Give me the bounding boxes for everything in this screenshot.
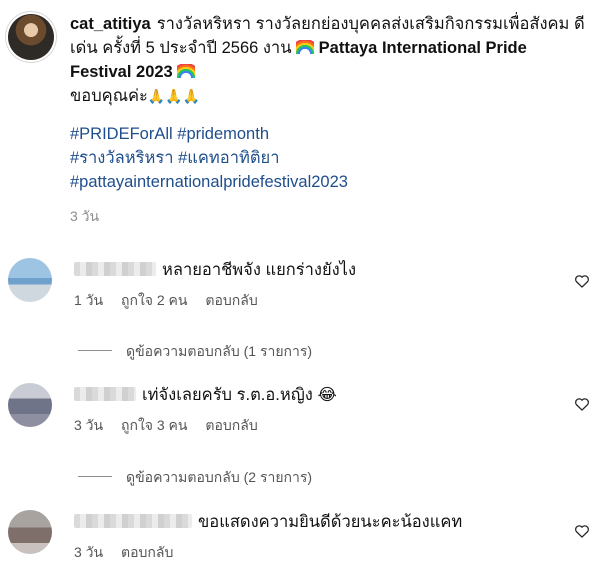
hashtags: #PRIDEForAll #pridemonth #รางวัลหริหรา #… <box>70 122 590 194</box>
pray-emoji: 🙏🙏🙏 <box>147 88 201 104</box>
heart-icon[interactable] <box>574 397 590 411</box>
commenter-name-blurred[interactable] <box>74 387 136 401</box>
rainbow-flag-icon <box>296 40 315 54</box>
comment-line: เท่จังเลยครับ ร.ต.อ.หญิง 😂 <box>74 383 564 407</box>
laughing-emoji: 😂 <box>317 386 337 404</box>
comment-likes[interactable]: ถูกใจ 2 คน <box>121 292 188 308</box>
replies-divider <box>78 476 112 477</box>
replies-divider <box>78 350 112 351</box>
rainbow-flag-icon <box>177 64 196 78</box>
commenter-name-blurred[interactable] <box>74 262 156 276</box>
comment-text: เท่จังเลยครับ ร.ต.อ.หญิง <box>142 386 313 404</box>
caption-timestamp: 3 วัน <box>70 208 100 224</box>
comment-meta: 1 วัน ถูกใจ 2 คน ตอบกลับ <box>74 290 564 312</box>
caption-thanks: ขอบคุณค่ะ <box>70 87 148 105</box>
comment-line: หลายอาชีพจัง แยกร่างยังไง <box>74 258 564 282</box>
commenter-name-blurred[interactable] <box>74 514 192 528</box>
view-replies-label: ดูข้อความตอบกลับ (1 รายการ) <box>126 343 313 359</box>
comment-body: ขอแสดงความยินดีด้วยนะคะน้องแคท 3 วัน ตอบ… <box>74 510 564 564</box>
comment-meta: 3 วัน ถูกใจ 3 คน ตอบกลับ <box>74 415 564 437</box>
comment-likes[interactable]: ถูกใจ 3 คน <box>121 417 188 433</box>
commenter-avatar[interactable] <box>8 383 52 427</box>
heart-icon[interactable] <box>574 274 590 288</box>
hashtag-line-1[interactable]: #PRIDEForAll #pridemonth <box>70 122 590 146</box>
commenter-avatar[interactable] <box>8 258 52 302</box>
hashtag-line-3[interactable]: #pattayainternationalpridefestival2023 <box>70 170 590 194</box>
heart-icon[interactable] <box>574 524 590 538</box>
comment-line: ขอแสดงความยินดีด้วยนะคะน้องแคท <box>74 510 564 534</box>
comment-body: หลายอาชีพจัง แยกร่างยังไง 1 วัน ถูกใจ 2 … <box>74 258 564 312</box>
author-username[interactable]: cat_atitiya <box>70 15 151 33</box>
author-avatar[interactable] <box>8 14 54 60</box>
comment-meta: 3 วัน ตอบกลับ <box>74 542 564 564</box>
comment-body: เท่จังเลยครับ ร.ต.อ.หญิง 😂 3 วัน ถูกใจ 3… <box>74 383 564 437</box>
comment-time: 3 วัน <box>74 417 104 433</box>
view-replies-button[interactable]: ดูข้อความตอบกลับ (1 รายการ) <box>78 341 312 363</box>
reply-button[interactable]: ตอบกลับ <box>205 417 257 433</box>
hashtag-line-2[interactable]: #รางวัลหริหรา #แคทอาทิติยา <box>70 146 590 170</box>
reply-button[interactable]: ตอบกลับ <box>205 292 257 308</box>
comment-text: ขอแสดงความยินดีด้วยนะคะน้องแคท <box>198 513 463 531</box>
comment-text: หลายอาชีพจัง แยกร่างยังไง <box>162 261 357 279</box>
view-replies-label: ดูข้อความตอบกลับ (2 รายการ) <box>126 469 313 485</box>
commenter-avatar[interactable] <box>8 510 52 554</box>
view-replies-button[interactable]: ดูข้อความตอบกลับ (2 รายการ) <box>78 467 312 489</box>
caption-text: cat_atitiya รางวัลหริหรา รางวัลยกย่องบุคค… <box>70 12 590 228</box>
comment-time: 3 วัน <box>74 544 104 560</box>
reply-button[interactable]: ตอบกลับ <box>121 544 173 560</box>
comment-time: 1 วัน <box>74 292 104 308</box>
